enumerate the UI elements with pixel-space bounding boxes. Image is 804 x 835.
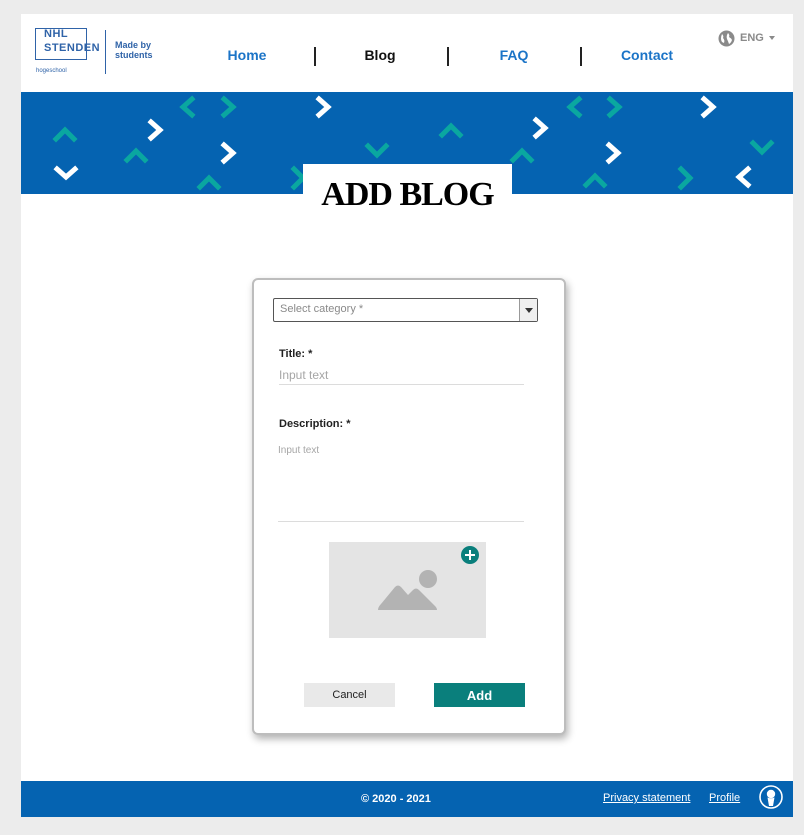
nav-blog[interactable]: Blog (330, 47, 430, 63)
chevron-right-icon (606, 95, 623, 119)
chevron-right-icon (147, 118, 164, 142)
chevron-right-icon (700, 95, 717, 119)
chevron-left-icon (179, 95, 196, 119)
chevron-right-icon (290, 165, 307, 191)
logo-stenden-text: STENDEN (44, 42, 101, 54)
logo-hogeschool-text: hogeschool (36, 68, 67, 74)
user-avatar-icon[interactable] (759, 785, 783, 809)
globe-icon (718, 30, 735, 47)
logo-tagline-line2: students (115, 50, 153, 60)
language-label: ENG (740, 32, 764, 44)
page-title: ADD BLOG (321, 176, 494, 213)
description-label: Description: * (279, 418, 351, 430)
page: NHL STENDEN hogeschool Made by students … (21, 14, 793, 817)
chevron-down-icon (53, 165, 79, 181)
category-select-placeholder: Select category * (280, 303, 364, 315)
page-title-box: ADD BLOG (303, 164, 512, 216)
chevron-down-icon[interactable] (519, 299, 537, 321)
logo-nhl-text: NHL (44, 28, 69, 40)
chevron-down-icon (769, 36, 775, 40)
nav-home[interactable]: Home (197, 47, 297, 63)
chevron-right-icon (532, 116, 549, 140)
category-select[interactable]: Select category * (273, 298, 538, 322)
privacy-statement-link[interactable]: Privacy statement (603, 792, 690, 804)
chevron-right-icon (220, 95, 237, 119)
chevron-up-icon (196, 174, 222, 191)
nav-separator (580, 47, 582, 66)
logo-divider (105, 30, 106, 74)
nhl-stenden-logo[interactable]: NHL STENDEN hogeschool Made by students (35, 28, 175, 78)
copyright-text: © 2020 - 2021 (361, 793, 431, 805)
chevron-right-icon (605, 141, 622, 165)
cancel-button[interactable]: Cancel (304, 683, 395, 707)
header: NHL STENDEN hogeschool Made by students … (21, 14, 793, 92)
chevron-down-icon (364, 142, 390, 159)
logo-tagline: Made by students (115, 40, 153, 60)
nav-separator (314, 47, 316, 66)
chevron-up-icon (438, 122, 464, 139)
logo-tagline-line1: Made by (115, 40, 152, 50)
title-input[interactable] (279, 366, 524, 385)
chevron-right-icon (315, 95, 332, 119)
chevron-right-icon (220, 141, 237, 165)
chevron-right-icon (677, 165, 694, 191)
chevron-down-icon (749, 139, 775, 156)
chevron-up-icon (52, 126, 78, 143)
profile-link[interactable]: Profile (709, 792, 740, 804)
nav-faq[interactable]: FAQ (464, 47, 564, 63)
chevron-up-icon (582, 172, 608, 189)
plus-icon[interactable] (461, 546, 479, 564)
chevron-left-icon (735, 165, 752, 189)
nav-separator (447, 47, 449, 66)
footer: © 2020 - 2021 Privacy statement Profile (21, 781, 793, 817)
add-button[interactable]: Add (434, 683, 525, 707)
title-label: Title: * (279, 348, 313, 360)
chevron-up-icon (509, 147, 535, 164)
nav-contact[interactable]: Contact (597, 47, 697, 63)
description-input[interactable] (278, 442, 524, 522)
chevron-up-icon (123, 147, 149, 164)
chevron-left-icon (566, 95, 583, 119)
add-blog-form: Select category * Title: * Description: … (252, 278, 566, 735)
